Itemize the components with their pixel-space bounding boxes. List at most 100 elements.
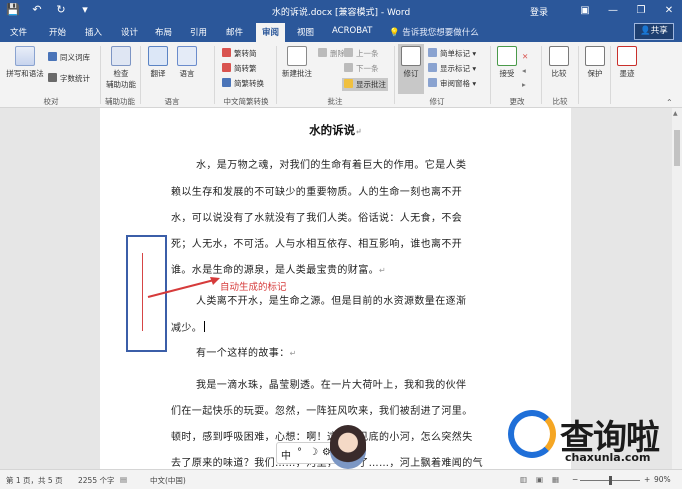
delete-comment-icon (318, 48, 327, 57)
web-layout-icon[interactable]: ▦ (552, 475, 559, 484)
text-line: 水，是万物之魂，对我们的生命有着巨大的作用。它是人类 (196, 160, 467, 171)
protect-button[interactable]: 保护 (582, 46, 608, 79)
language-status[interactable]: 中文(中国) (150, 475, 186, 486)
group-divider (490, 46, 491, 104)
group-label-tracking: 修订 (429, 97, 445, 106)
track-changes-icon (401, 46, 421, 66)
title-bar: 💾 ↶ ↻ ▾ 水的诉说.docx [兼容模式] - Word 登录 ▣ — ❐… (0, 0, 682, 22)
ribbon-review: 拼写和语法 同义词库 字数统计 校对 检查 辅助功能 辅助功能 翻译 语言 语言… (0, 42, 682, 108)
word-count-button[interactable]: 字数统计 (48, 73, 90, 84)
tab-file[interactable]: 文件 (10, 26, 27, 38)
proofing-status-icon[interactable]: ▤ (120, 475, 127, 484)
compare-icon (549, 46, 569, 66)
read-mode-icon[interactable]: ▥ (520, 475, 527, 484)
group-label-chinese-conversion: 中文简繁转换 (223, 97, 269, 106)
group-divider (610, 46, 611, 104)
ime-punctuation-icon[interactable]: ° (297, 447, 302, 458)
tab-review[interactable]: 审阅 (256, 23, 286, 42)
group-divider (140, 46, 141, 104)
chinese-conversion-button[interactable]: 简繁转换 (222, 78, 264, 89)
conversion-icon (222, 78, 231, 87)
new-comment-button[interactable]: 新建批注 (280, 46, 314, 79)
previous-change-icon[interactable]: ◂ (522, 66, 526, 75)
text-line: 我是一滴水珠，晶莹剔透。在一片大荷叶上，我和我的伙伴 (196, 380, 467, 391)
page-count[interactable]: 第 1 页，共 5 页 (6, 475, 63, 486)
ink-pen-icon (617, 46, 637, 66)
tab-home[interactable]: 开始 (49, 26, 66, 38)
close-button[interactable]: ✕ (656, 2, 682, 20)
reviewing-pane-dropdown[interactable]: 审阅窗格 ▾ (428, 78, 476, 89)
show-comments-button[interactable]: 显示批注 (342, 78, 388, 91)
tell-me-box[interactable]: 💡 告诉我您想要做什么 (389, 26, 479, 38)
next-change-icon[interactable]: ▸ (522, 80, 526, 89)
tab-design[interactable]: 设计 (121, 26, 138, 38)
lock-icon (585, 46, 605, 66)
markup-display-dropdown[interactable]: 简单标记 ▾ (428, 48, 476, 59)
ribbon-options-icon[interactable]: ▣ (572, 2, 598, 20)
zoom-in-button[interactable]: + (644, 475, 650, 484)
accessibility-icon (111, 46, 131, 66)
tab-layout[interactable]: 布局 (155, 26, 172, 38)
ink-button[interactable]: 墨迹 (614, 46, 640, 79)
share-button[interactable]: 👤共享 (634, 23, 674, 40)
check-accessibility-button[interactable]: 检查 辅助功能 (104, 46, 138, 90)
login-link[interactable]: 登录 (530, 5, 548, 18)
spelling-grammar-button[interactable]: 拼写和语法 (4, 46, 46, 79)
delete-comment-button[interactable]: 删除 (318, 48, 345, 59)
next-icon (344, 63, 353, 72)
accept-button[interactable]: 接受 (494, 46, 520, 79)
document-heading: 水的诉说↵ (309, 123, 362, 137)
text-line: 人类离不开水，是生命之源。但是目前的水资源数量在逐渐 (196, 296, 467, 307)
ribbon-tabs: 文件 开始 插入 设计 布局 引用 邮件 审阅 视图 ACROBAT 💡 告诉我… (0, 22, 682, 42)
ime-lang-label[interactable]: 中 (281, 447, 291, 462)
restore-button[interactable]: ❐ (628, 2, 654, 20)
comment-icon (287, 46, 307, 66)
group-divider (214, 46, 215, 104)
watermark-logo (508, 410, 556, 458)
text-line: 们在一起快乐的玩耍。忽然，一阵狂风吹来，我们被刮进了河里。 (171, 406, 473, 417)
minimize-button[interactable]: — (600, 2, 626, 20)
previous-comment-button[interactable]: 上一条 (344, 48, 379, 59)
watermark-url: chaxunla.com (565, 451, 651, 464)
tab-insert[interactable]: 插入 (85, 26, 102, 38)
text-line: 顿时，感到呼吸困难，心想：啊！这清澈见底的小河，怎么突然失 (171, 432, 473, 443)
tab-view[interactable]: 视图 (297, 26, 314, 38)
tab-acrobat[interactable]: ACROBAT (332, 26, 372, 36)
translate-icon (148, 46, 168, 66)
group-divider (578, 46, 579, 104)
change-bar-marker (142, 253, 143, 331)
text-line: 水，可以说没有了水就没有了我们人类。俗话说：人无食，不会 (171, 213, 463, 224)
zoom-slider-thumb[interactable] (609, 476, 612, 485)
collapse-ribbon-icon[interactable]: ⌃ (666, 98, 673, 107)
text-line: 赖以生存和发展的不可缺少的重要物质。人的生命一刻也离不开 (171, 187, 463, 198)
scroll-thumb[interactable] (674, 130, 680, 166)
previous-icon (344, 48, 353, 57)
translate-button[interactable]: 翻译 (144, 46, 172, 79)
language-icon (177, 46, 197, 66)
language-button[interactable]: 语言 (173, 46, 201, 79)
simp-to-trad-button[interactable]: 简转繁 (222, 63, 257, 74)
tab-references[interactable]: 引用 (190, 26, 207, 38)
group-divider (100, 46, 101, 104)
ime-moon-icon[interactable]: ☽ (309, 447, 318, 458)
thesaurus-button[interactable]: 同义词库 (48, 52, 90, 63)
compare-button[interactable]: 比较 (546, 46, 572, 79)
track-changes-button[interactable]: 修订 (398, 44, 424, 94)
trad-to-simp-button[interactable]: 繁转简 (222, 48, 257, 59)
reject-icon[interactable]: ✕ (522, 52, 528, 61)
zoom-level[interactable]: 90% (654, 475, 671, 484)
group-divider (541, 46, 542, 104)
ime-toolbar[interactable]: 中 ° ☽ ⚙ (276, 442, 338, 464)
zoom-out-button[interactable]: − (572, 475, 578, 484)
vertical-scrollbar[interactable]: ▲ (672, 108, 682, 469)
word-count[interactable]: 2255 个字 (78, 475, 114, 486)
print-layout-icon[interactable]: ▣ (536, 475, 543, 484)
group-divider (394, 46, 395, 104)
word-count-icon (48, 73, 57, 82)
scroll-up-icon[interactable]: ▲ (673, 110, 678, 117)
document-page[interactable]: 水的诉说↵ 水，是万物之魂，对我们的生命有着巨大的作用。它是人类 赖以生存和发展… (100, 108, 571, 469)
next-comment-button[interactable]: 下一条 (344, 63, 379, 74)
show-markup-dropdown[interactable]: 显示标记 ▾ (428, 63, 476, 74)
tab-mailings[interactable]: 邮件 (226, 26, 243, 38)
text-line: 减少。 (171, 319, 206, 334)
